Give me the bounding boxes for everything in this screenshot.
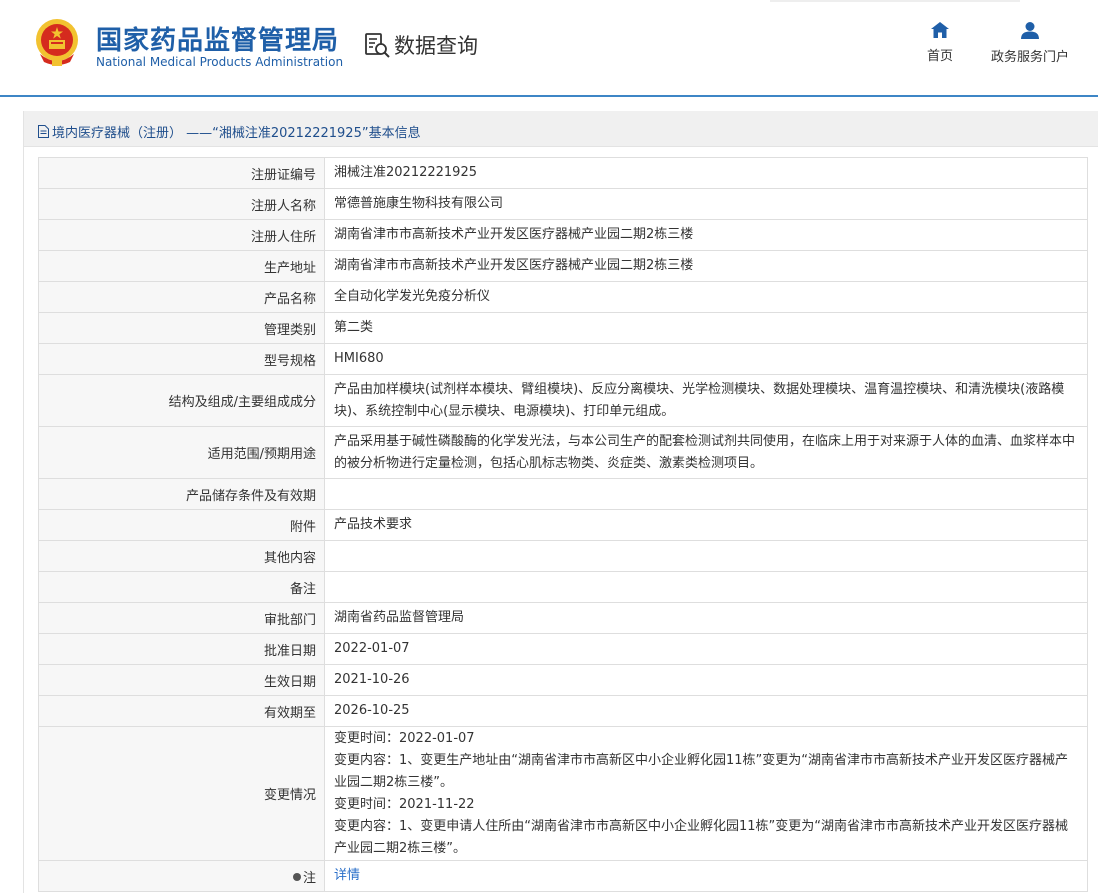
row-label: 其他内容 — [38, 540, 325, 572]
note-label: 注 — [302, 870, 316, 886]
note-icon — [292, 873, 301, 881]
table-row: 有效期至 2026-10-25 — [38, 695, 1088, 727]
home-icon — [931, 22, 949, 38]
org-name-en: National Medical Products Administration — [96, 55, 344, 69]
change-history-value: 变更时间：2022-01-07 变更内容：1、变更生产地址由“湖南省津市市高新区… — [324, 726, 1088, 861]
row-value: 产品由加样模块(试剂样本模块、臂组模块)、反应分离模块、光学检测模块、数据处理模… — [324, 374, 1088, 427]
row-value: HMI680 — [324, 343, 1088, 375]
device-info-table: 注册证编号 湘械注准20212221925 注册人名称 常德普施康生物科技有限公司 … — [38, 157, 1088, 892]
table-row: 注册人名称 常德普施康生物科技有限公司 — [38, 188, 1088, 220]
row-label: 注册证编号 — [38, 157, 325, 189]
row-value: 常德普施康生物科技有限公司 — [324, 188, 1088, 220]
change-history-label: 变更情况 — [38, 726, 325, 861]
row-value: 湖南省津市市高新技术产业开发区医疗器械产业园二期2栋三楼 — [324, 250, 1088, 282]
table-row: 审批部门 湖南省药品监督管理局 — [38, 602, 1088, 634]
row-value: 2021-10-26 — [324, 664, 1088, 696]
site-header: 国家药品监督管理局 National Medical Products Admi… — [0, 0, 1098, 97]
table-row: 生效日期 2021-10-26 — [38, 664, 1088, 696]
table-row: 其他内容 — [38, 540, 1088, 572]
row-value: 2026-10-25 — [324, 695, 1088, 727]
row-label: 产品储存条件及有效期 — [38, 478, 325, 510]
row-value: 湘械注准20212221925 — [324, 157, 1088, 189]
table-row: 结构及组成/主要组成成分 产品由加样模块(试剂样本模块、臂组模块)、反应分离模块、… — [38, 374, 1088, 427]
data-query-icon — [365, 33, 390, 58]
table-row: 产品名称 全自动化学发光免疫分析仪 — [38, 281, 1088, 313]
nav-home-label: 首页 — [926, 49, 953, 64]
change-time: 变更时间：2022-01-07 — [334, 730, 475, 746]
table-row: 型号规格 HMI680 — [38, 343, 1088, 375]
row-value: 2022-01-07 — [324, 633, 1088, 665]
row-value — [324, 478, 1088, 510]
row-label: 结构及组成/主要组成成分 — [38, 374, 325, 427]
detail-link[interactable]: 详情 — [334, 868, 360, 883]
panel-header: 境内医疗器械（注册） ——“湘械注准20212221925”基本信息 — [24, 111, 1098, 147]
note-row: 注 详情 — [38, 860, 1088, 892]
row-label: 生产地址 — [38, 250, 325, 282]
row-label: 生效日期 — [38, 664, 325, 696]
user-icon — [1021, 22, 1039, 39]
org-name-cn: 国家药品监督管理局 — [96, 26, 340, 56]
row-label: 注册人住所 — [38, 219, 325, 251]
row-label: 型号规格 — [38, 343, 325, 375]
row-label: 有效期至 — [38, 695, 325, 727]
change-content: 变更内容：1、变更申请人住所由“湖南省津市市高新区中小企业孵化园11栋”变更为“… — [334, 818, 1069, 856]
row-label: 产品名称 — [38, 281, 325, 313]
row-value: 湖南省津市市高新技术产业开发区医疗器械产业园二期2栋三楼 — [324, 219, 1088, 251]
panel-title-text: 境内医疗器械（注册） ——“湘械注准20212221925”基本信息 — [52, 126, 421, 141]
national-emblem-icon — [36, 19, 78, 66]
row-value: 产品技术要求 — [324, 509, 1088, 541]
table-row: 批准日期 2022-01-07 — [38, 633, 1088, 665]
row-value: 湖南省药品监督管理局 — [324, 602, 1088, 634]
row-value — [324, 571, 1088, 603]
table-row: 产品储存条件及有效期 — [38, 478, 1088, 510]
change-content: 变更内容：1、变更生产地址由“湖南省津市市高新区中小企业孵化园11栋”变更为“湖… — [334, 752, 1069, 790]
top-line — [770, 0, 1020, 2]
row-value: 产品采用基于碱性磷酸酶的化学发光法，与本公司生产的配套检测试剂共同使用，在临床上… — [324, 426, 1088, 479]
change-time: 变更时间：2021-11-22 — [334, 796, 475, 812]
table-row: 附件 产品技术要求 — [38, 509, 1088, 541]
data-query-label: 数据查询 — [394, 34, 478, 58]
note-value: 详情 — [324, 860, 1088, 892]
row-label: 批准日期 — [38, 633, 325, 665]
table-row: 适用范围/预期用途 产品采用基于碱性磷酸酶的化学发光法，与本公司生产的配套检测试剂… — [38, 426, 1088, 479]
table-row: 注册证编号 湘械注准20212221925 — [38, 157, 1088, 189]
row-value: 全自动化学发光免疫分析仪 — [324, 281, 1088, 313]
row-value: 第二类 — [324, 312, 1088, 344]
panel-title: 境内医疗器械（注册） ——“湘械注准20212221925”基本信息 — [38, 122, 421, 141]
document-icon — [38, 125, 49, 138]
nav-service-portal-label: 政务服务门户 — [990, 50, 1069, 65]
row-value — [324, 540, 1088, 572]
table-row: 管理类别 第二类 — [38, 312, 1088, 344]
row-label: 审批部门 — [38, 602, 325, 634]
row-label: 备注 — [38, 571, 325, 603]
data-query-link[interactable]: 数据查询 — [363, 30, 478, 60]
row-label: 附件 — [38, 509, 325, 541]
row-label: 管理类别 — [38, 312, 325, 344]
row-label: 适用范围/预期用途 — [38, 426, 325, 479]
table-row: 注册人住所 湖南省津市市高新技术产业开发区医疗器械产业园二期2栋三楼 — [38, 219, 1088, 251]
row-label: 注册人名称 — [38, 188, 325, 220]
nav-home[interactable]: 首页 — [920, 22, 960, 64]
table-row: 备注 — [38, 571, 1088, 603]
nav-service-portal[interactable]: 政务服务门户 — [985, 22, 1075, 65]
table-row: 生产地址 湖南省津市市高新技术产业开发区医疗器械产业园二期2栋三楼 — [38, 250, 1088, 282]
change-history-row: 变更情况 变更时间：2022-01-07 变更内容：1、变更生产地址由“湖南省津… — [38, 726, 1088, 861]
note-label-cell: 注 — [38, 860, 325, 892]
